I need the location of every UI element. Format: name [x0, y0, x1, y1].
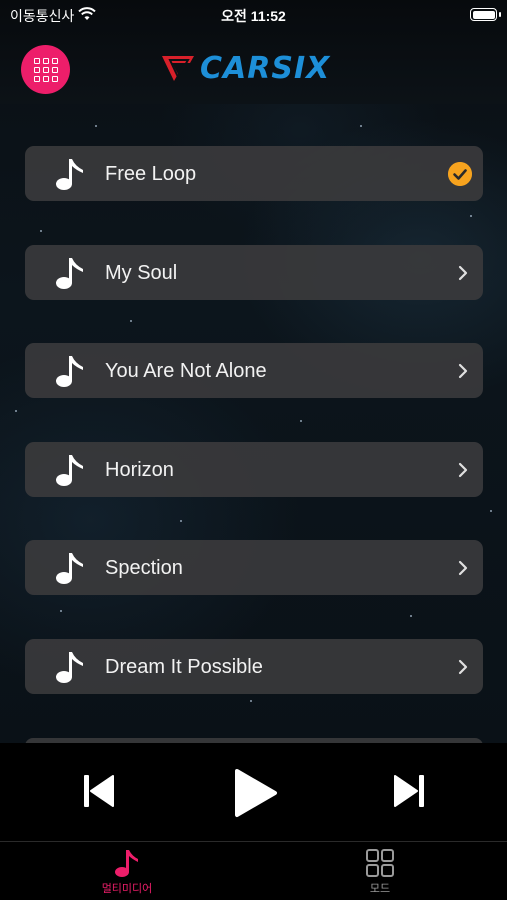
- track-title: Horizon: [105, 458, 174, 481]
- chevron-right-icon: [458, 561, 468, 576]
- grid-squares-icon: [366, 849, 394, 877]
- grid-menu-button[interactable]: [21, 45, 70, 94]
- track-title: Free Loop: [105, 163, 197, 185]
- music-note-icon: [56, 159, 83, 190]
- music-note-icon: [56, 651, 83, 683]
- brand-name: CARSIX: [200, 50, 331, 86]
- status-bar: 이동통신사 오전 11:52: [0, 4, 507, 26]
- music-note-icon: [56, 553, 83, 585]
- track-title: Dream It Possible: [105, 655, 263, 678]
- music-note-icon: [56, 356, 83, 388]
- track-item[interactable]: You Are Not Alone: [25, 343, 483, 399]
- status-time: 오전 11:52: [221, 8, 286, 24]
- track-title: You Are Not Alone: [105, 360, 267, 383]
- play-icon[interactable]: [233, 767, 279, 819]
- player-controls: [0, 743, 507, 841]
- track-item[interactable]: My Soul: [25, 244, 483, 300]
- track-item[interactable]: Horizon: [25, 441, 483, 497]
- track-title: Spection: [105, 557, 183, 580]
- chevron-right-icon: [458, 462, 468, 477]
- logo-mark-icon: [162, 56, 194, 81]
- next-track-icon[interactable]: [393, 773, 425, 809]
- selected-check-icon: [448, 162, 472, 186]
- track-item[interactable]: Free Loop: [25, 146, 483, 201]
- chevron-right-icon: [458, 265, 468, 280]
- brand-logo: CARSIX: [160, 50, 330, 86]
- battery-icon: [470, 8, 501, 21]
- tab-label: 멀티미디어: [101, 883, 153, 895]
- track-item[interactable]: Spection: [25, 540, 483, 596]
- tab-multimedia[interactable]: 멀티미디어: [67, 848, 187, 896]
- track-item[interactable]: Dream It Possible: [25, 638, 483, 694]
- music-note-icon: [56, 257, 83, 289]
- chevron-right-icon: [458, 659, 468, 675]
- track-title: My Soul: [105, 261, 178, 284]
- tab-label: 모드: [369, 883, 391, 895]
- tab-bar: 멀티미디어 모드: [0, 841, 507, 900]
- tab-mode[interactable]: 모드: [320, 848, 440, 896]
- chevron-right-icon: [458, 364, 468, 379]
- music-note-icon: [115, 850, 138, 877]
- track-list: Free Loop My Soul You Are Not Alone Hori…: [25, 146, 483, 789]
- previous-track-icon[interactable]: [83, 773, 115, 809]
- top-bar: 이동통신사 오전 11:52 CARSIX: [0, 0, 507, 104]
- grid-menu-icon: [33, 57, 40, 64]
- music-note-icon: [56, 454, 83, 486]
